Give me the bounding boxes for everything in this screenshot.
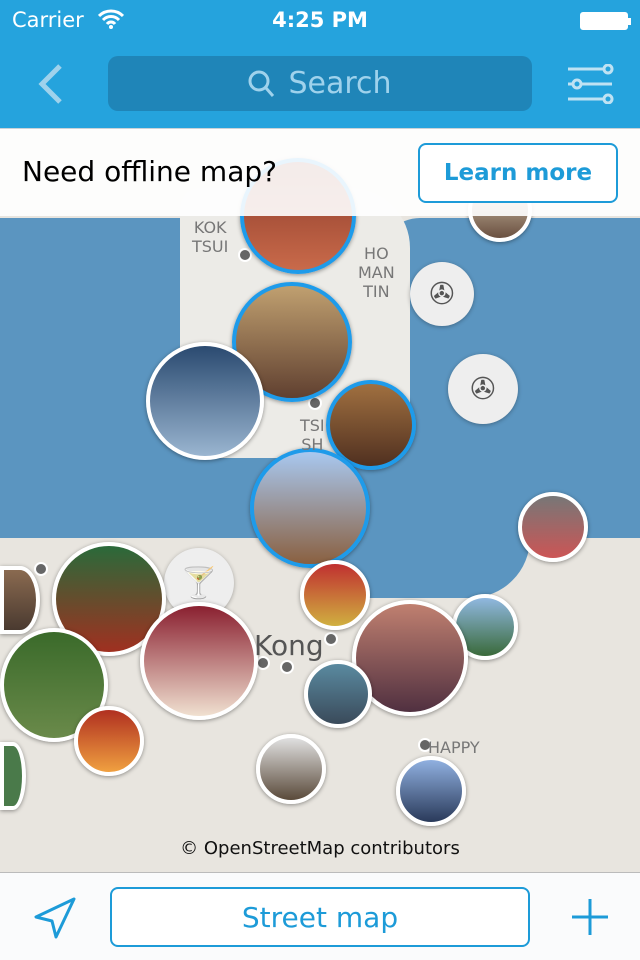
photo-marker[interactable]: [146, 342, 264, 460]
map-view[interactable]: KOK TSUI HO MAN TIN TSI SH Kong HAPPY ✇ …: [0, 128, 640, 872]
map-label: Kong: [254, 629, 324, 662]
photo-marker[interactable]: [250, 448, 370, 568]
header: Carrier 4:25 PM Search: [0, 0, 640, 128]
offline-map-banner: Need offline map? Learn more: [0, 128, 640, 216]
map-dot[interactable]: [280, 660, 294, 674]
photo-marker[interactable]: [518, 492, 588, 562]
photo-marker[interactable]: [304, 660, 372, 728]
status-bar: Carrier 4:25 PM: [0, 0, 640, 40]
map-dot[interactable]: [238, 248, 252, 262]
photo-marker[interactable]: [0, 566, 40, 634]
map-label: KOK TSUI: [192, 218, 229, 256]
map-label: HO MAN TIN: [358, 244, 395, 301]
map-label: TSI SH: [300, 416, 325, 454]
street-map-button[interactable]: Street map: [110, 887, 530, 947]
photo-marker[interactable]: [396, 756, 466, 826]
chevron-left-icon[interactable]: [36, 62, 66, 106]
photo-marker[interactable]: [140, 602, 258, 720]
photo-marker[interactable]: [0, 742, 26, 810]
bottom-toolbar: Street map: [0, 872, 640, 960]
photo-marker[interactable]: [300, 560, 370, 630]
map-attribution: © OpenStreetMap contributors: [180, 838, 460, 859]
sliders-icon[interactable]: [566, 64, 614, 104]
film-reel-icon[interactable]: ✇: [410, 262, 474, 326]
map-dot[interactable]: [34, 562, 48, 576]
film-reel-icon[interactable]: ✇: [448, 354, 518, 424]
search-placeholder: Search: [288, 66, 392, 101]
battery-icon: [580, 12, 631, 30]
map-label: HAPPY: [428, 738, 480, 757]
search-icon: [248, 70, 275, 97]
location-arrow-icon[interactable]: [32, 895, 78, 941]
banner-text: Need offline map?: [22, 155, 277, 188]
photo-marker[interactable]: [256, 734, 326, 804]
clock: 4:25 PM: [272, 8, 368, 32]
search-input[interactable]: Search: [108, 56, 532, 111]
plus-icon[interactable]: [570, 897, 610, 937]
map-dot[interactable]: [324, 632, 338, 646]
photo-marker[interactable]: [74, 706, 144, 776]
learn-more-button[interactable]: Learn more: [418, 143, 618, 203]
